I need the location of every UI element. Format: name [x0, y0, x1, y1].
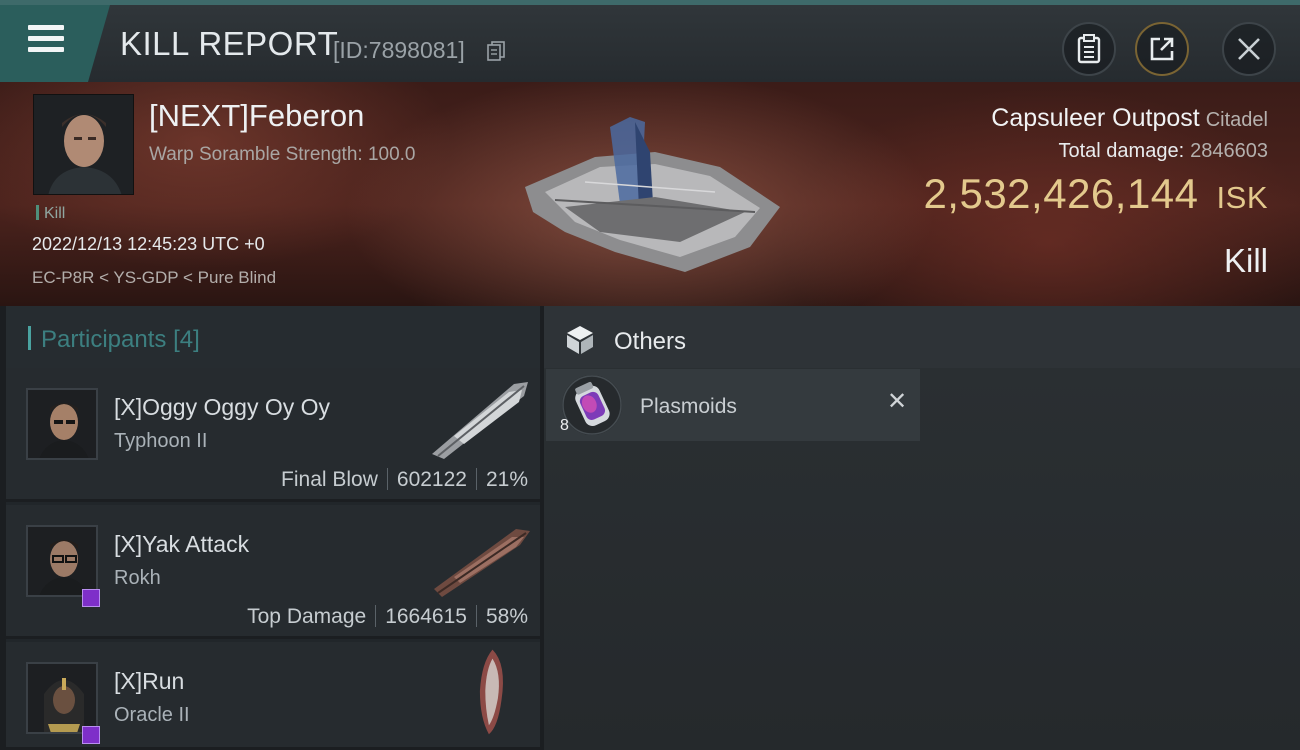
page-title: KILL REPORT	[120, 25, 339, 62]
close-button[interactable]	[1222, 22, 1276, 76]
participant-stats: Top Damage 1664615 58%	[247, 605, 528, 629]
citadel-image	[525, 117, 780, 272]
participant-ship-image	[434, 529, 530, 597]
isk-value: 2,532,426,144	[923, 170, 1199, 217]
kill-tag: Kill	[36, 205, 65, 223]
victim-portrait[interactable]	[33, 94, 134, 195]
isk-unit: ISK	[1216, 180, 1268, 215]
clipboard-button[interactable]	[1062, 22, 1116, 76]
others-panel: Others 8 Plasmoids ✕	[544, 306, 1300, 750]
share-button[interactable]	[1135, 22, 1189, 76]
participant-ship: Oracle II	[114, 704, 190, 726]
participant-ship-image	[432, 382, 528, 459]
menu-button[interactable]	[0, 5, 110, 82]
close-icon	[1238, 38, 1260, 60]
participant-portrait	[28, 390, 96, 458]
participant-avatar[interactable]	[26, 525, 98, 597]
participant-ship-image	[479, 649, 503, 735]
header-bar: KILL REPORT [ID:7898081]	[0, 0, 1300, 82]
participant-ship: Rokh	[114, 567, 161, 589]
participant-portrait	[28, 527, 96, 595]
participant-row[interactable]: [X]Run Oracle II	[6, 642, 540, 750]
participants-panel: Participants [4] [X]Oggy Oggy Oy Oy Typh…	[6, 306, 540, 750]
participant-percent: 21%	[485, 468, 528, 491]
target-type: Citadel	[1205, 109, 1268, 131]
target-name[interactable]: Capsuleer Outpost	[991, 104, 1199, 132]
participants-count: [4]	[173, 326, 200, 353]
copy-icon[interactable]	[486, 40, 506, 62]
participant-row[interactable]: [X]Yak Attack Rokh Top Damage 1664615 58%	[6, 505, 540, 639]
item-quantity: 8	[560, 417, 569, 434]
isk-value-line: 2,532,426,144 ISK	[923, 170, 1268, 218]
kill-location[interactable]: EC-P8R < YS-GDP < Pure Blind	[32, 268, 276, 288]
participant-role: Top Damage	[247, 605, 367, 628]
target-name-line: Capsuleer Outpost Citadel	[991, 104, 1268, 133]
clipboard-icon	[1077, 34, 1101, 64]
total-damage-label: Total damage:	[1058, 140, 1185, 162]
participant-row[interactable]: [X]Oggy Oggy Oy Oy Typhoon II Final Blow…	[6, 368, 540, 502]
participant-name[interactable]: [X]Run	[114, 668, 184, 695]
participant-ship: Typhoon II	[114, 430, 208, 452]
victim-panel: [NEXT]Feberon Warp Soramble Strength: 10…	[0, 82, 1300, 306]
others-header: Others	[544, 306, 1300, 368]
close-icon[interactable]: ✕	[886, 390, 908, 414]
others-title: Others	[614, 328, 687, 355]
victim-name[interactable]: [NEXT]Feberon	[149, 98, 364, 134]
item-label: Plasmoids	[640, 395, 737, 418]
participant-name[interactable]: [X]Oggy Oggy Oy Oy	[114, 394, 330, 421]
participants-title: Participants [4]	[28, 326, 200, 354]
alliance-badge-icon	[82, 589, 100, 607]
share-icon	[1150, 37, 1174, 61]
victim-detail: Warp Soramble Strength: 100.0	[149, 144, 416, 165]
participant-portrait	[28, 664, 96, 732]
participant-role: Final Blow	[281, 468, 378, 491]
participant-damage: 602122	[396, 468, 467, 491]
others-item[interactable]: 8 Plasmoids ✕	[546, 369, 920, 441]
kill-datetime: 2022/12/13 12:45:23 UTC +0	[32, 234, 265, 254]
alliance-badge-icon	[82, 726, 100, 744]
menu-button-bg	[0, 5, 110, 82]
report-id: [ID:7898081]	[333, 37, 465, 63]
participant-name[interactable]: [X]Yak Attack	[114, 531, 249, 558]
participants-header: Participants [4]	[6, 306, 540, 368]
plasmoid-icon	[562, 375, 622, 435]
participant-avatar[interactable]	[26, 388, 98, 460]
cube-icon	[567, 326, 593, 354]
participant-percent: 58%	[485, 605, 528, 628]
total-damage: Total damage: 2846603	[1058, 140, 1268, 163]
participant-damage: 1664615	[385, 605, 467, 628]
kill-result: Kill	[1223, 242, 1268, 279]
participant-stats: Final Blow 602122 21%	[281, 468, 528, 492]
victim-portrait-image	[34, 95, 133, 194]
total-damage-value: 2846603	[1190, 140, 1268, 162]
participant-avatar[interactable]	[26, 662, 98, 734]
